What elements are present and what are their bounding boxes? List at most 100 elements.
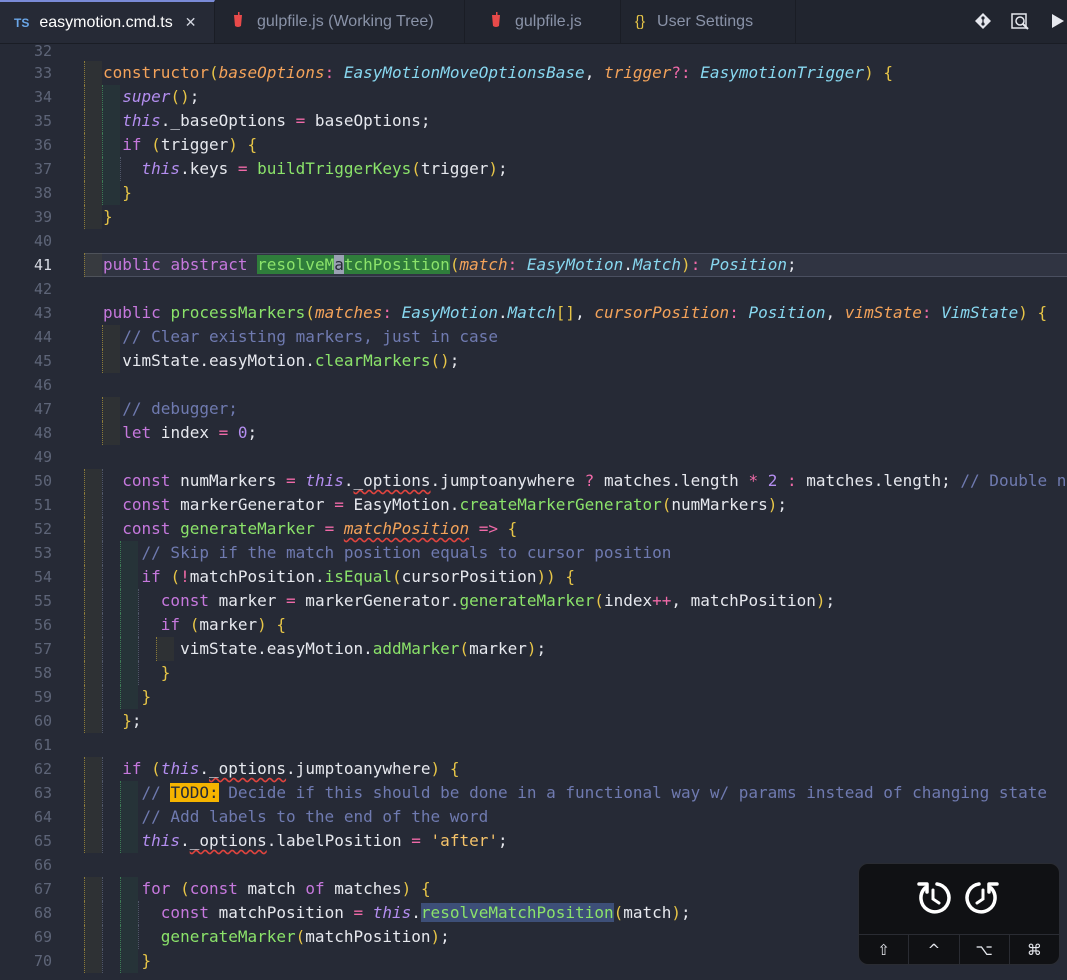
code-text: vimState.easyMotion.clearMarkers();: [103, 351, 460, 370]
code-line: 34 super();: [0, 85, 1067, 109]
tab-gulpfile-working-tree[interactable]: gulpfile.js (Working Tree): [215, 0, 465, 43]
code-text: this.keys = buildTriggerKeys(trigger);: [141, 159, 508, 178]
line-number: 52: [33, 520, 52, 538]
indent-guide: [84, 469, 102, 493]
tab-gulpfile[interactable]: gulpfile.js: [465, 0, 621, 43]
indent-guide: [84, 85, 102, 109]
tab-label: User Settings: [657, 12, 754, 30]
tab-label: easymotion.cmd.ts: [39, 13, 173, 31]
code-line: 58 }: [0, 661, 1067, 685]
indent-guide: [84, 925, 102, 949]
code-line: 65 this._options.labelPosition = 'after'…: [0, 829, 1067, 853]
indent-guide: [84, 685, 102, 709]
git-compare-icon[interactable]: [973, 11, 993, 31]
code-line: 42: [0, 277, 1067, 301]
indent-guide: [84, 661, 102, 685]
code-line: 60 };: [0, 709, 1067, 733]
command-key[interactable]: ⌘: [1010, 935, 1059, 965]
code-comment: // Clear existing markers, just in case: [103, 327, 498, 346]
code-text: const markerGenerator = EasyMotion.creat…: [122, 495, 787, 514]
run-icon[interactable]: [1048, 11, 1067, 31]
code-line: 48 let index = 0;: [0, 421, 1067, 445]
code-text: const generateMarker = matchPosition => …: [122, 519, 518, 538]
code-text: vimState.easyMotion.addMarker(marker);: [103, 639, 547, 658]
code-line: 32: [0, 43, 1067, 63]
code-line: 56 if (marker) {: [0, 613, 1067, 637]
line-number: 70: [33, 952, 52, 970]
indent-guide: [84, 565, 102, 589]
option-key[interactable]: ⌥: [960, 935, 1010, 965]
indent-guide: [84, 133, 102, 157]
line-number: 60: [33, 712, 52, 730]
line-number: 37: [33, 160, 52, 178]
code-text: }: [160, 663, 171, 682]
code-line: 46: [0, 373, 1067, 397]
tab-label: gulpfile.js (Working Tree): [257, 12, 434, 30]
code-line: 59 }: [0, 685, 1067, 709]
code-comment: // Add labels to the end of the word: [103, 807, 489, 826]
tab-bar: TS easymotion.cmd.ts ✕ gulpfile.js (Work…: [0, 0, 1067, 44]
line-number: 41: [33, 256, 52, 274]
code-line: 36 if (trigger) {: [0, 133, 1067, 157]
indent-guide: [84, 757, 102, 781]
code-line: 52 const generateMarker = matchPosition …: [0, 517, 1067, 541]
indent-guide: [84, 205, 102, 229]
touch-bar-panel: ⇧ ^ ⌥ ⌘: [858, 863, 1060, 965]
indent-guide: [84, 109, 102, 133]
line-number: 62: [33, 760, 52, 778]
code-text: const numMarkers = this._options.jumptoa…: [122, 471, 1067, 490]
code-text: }: [141, 687, 152, 706]
line-number: 68: [33, 904, 52, 922]
code-line: 50 const numMarkers = this._options.jump…: [0, 469, 1067, 493]
indent-guide: [84, 829, 102, 853]
code-line: 33 constructor(baseOptions: EasyMotionMo…: [0, 61, 1067, 85]
line-number: 39: [33, 208, 52, 226]
indent-guide: [84, 181, 102, 205]
line-number: 58: [33, 664, 52, 682]
indent-guide: [84, 253, 102, 277]
undo-icon[interactable]: [913, 878, 953, 918]
code-line: 38 }: [0, 181, 1067, 205]
line-number: 63: [33, 784, 52, 802]
code-text: }: [141, 951, 152, 970]
code-comment: // TODO: Decide if this should be done i…: [103, 783, 1048, 802]
code-line: 63 // TODO: Decide if this should be don…: [0, 781, 1067, 805]
line-number: 32: [33, 43, 52, 60]
typescript-icon: TS: [14, 15, 30, 30]
line-number: 48: [33, 424, 52, 442]
code-line: 64 // Add labels to the end of the word: [0, 805, 1067, 829]
code-text: constructor(baseOptions: EasyMotionMoveO…: [103, 63, 893, 82]
open-preview-icon[interactable]: [1010, 11, 1030, 31]
shift-key[interactable]: ⇧: [859, 935, 910, 965]
line-number: 51: [33, 496, 52, 514]
indent-guide: [84, 877, 102, 901]
line-number: 50: [33, 472, 52, 490]
code-line: 49: [0, 445, 1067, 469]
braces-icon: {}: [635, 13, 646, 30]
indent-guide: [84, 637, 102, 661]
tab-easymotion-cmd-ts[interactable]: TS easymotion.cmd.ts ✕: [0, 0, 215, 43]
line-number: 64: [33, 808, 52, 826]
tab-user-settings[interactable]: {} User Settings: [621, 0, 796, 43]
code-text: this._baseOptions = baseOptions;: [122, 111, 431, 130]
indent-guide: [84, 781, 102, 805]
code-line: 62 if (this._options.jumptoanywhere) {: [0, 757, 1067, 781]
line-number: 67: [33, 880, 52, 898]
indent-guide: [84, 541, 102, 565]
code-comment: // Skip if the match position equals to …: [103, 543, 672, 562]
code-editor[interactable]: 32 33 constructor(baseOptions: EasyMotio…: [0, 43, 1067, 980]
line-number: 65: [33, 832, 52, 850]
code-text: for (const match of matches) {: [141, 879, 431, 898]
close-icon[interactable]: ✕: [185, 14, 197, 31]
line-number: 59: [33, 688, 52, 706]
code-line: 37 this.keys = buildTriggerKeys(trigger)…: [0, 157, 1067, 181]
indent-guide: [84, 517, 102, 541]
line-number: 47: [33, 400, 52, 418]
indent-guide: [84, 805, 102, 829]
line-number: 42: [33, 280, 52, 298]
code-line: 55 const marker = markerGenerator.genera…: [0, 589, 1067, 613]
redo-icon[interactable]: [963, 878, 1003, 918]
indent-guide: [84, 589, 102, 613]
control-key[interactable]: ^: [909, 935, 960, 965]
line-number: 54: [33, 568, 52, 586]
